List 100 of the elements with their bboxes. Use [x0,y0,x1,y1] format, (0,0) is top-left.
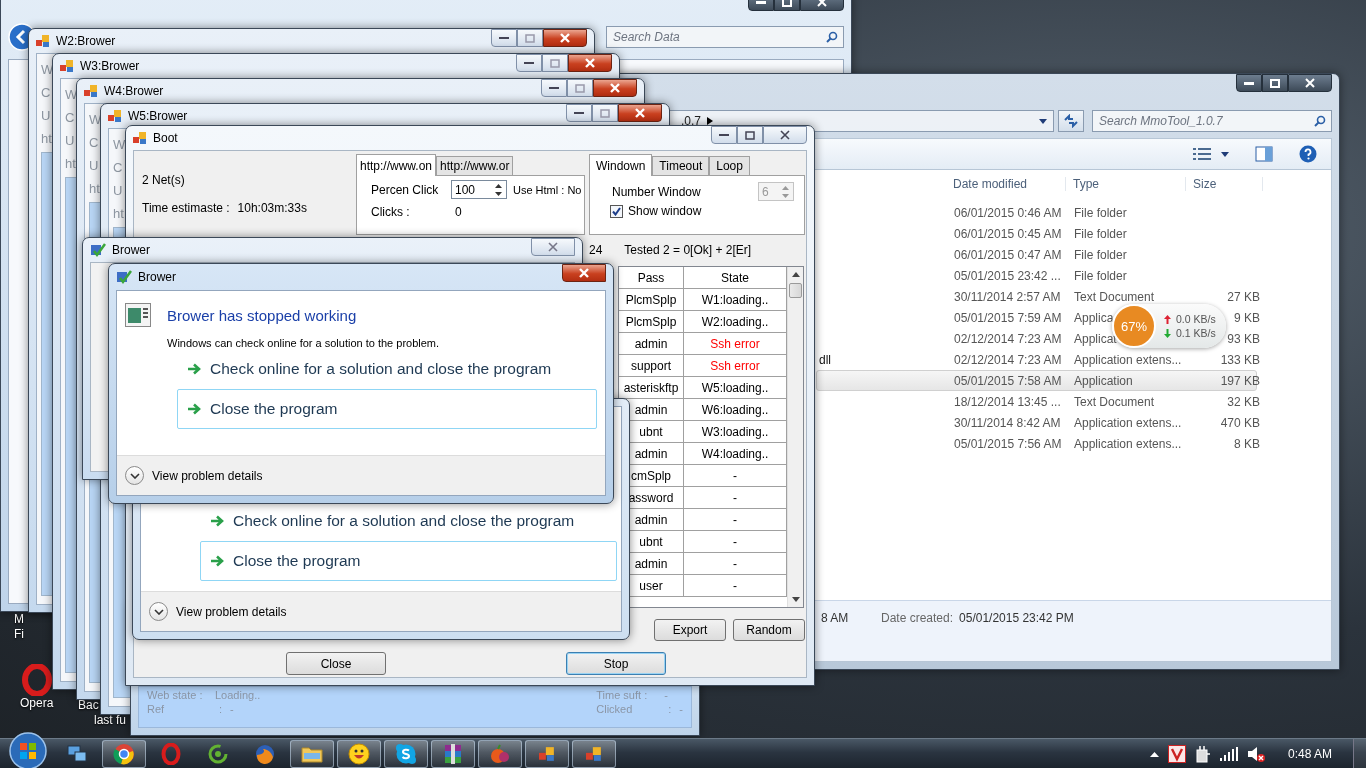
file-size: 8 KB [1234,436,1260,451]
minimize-button[interactable] [566,104,592,122]
details-link[interactable]: View problem details [152,468,263,483]
action-button[interactable]: Export [654,619,726,641]
power-plug-icon[interactable] [1194,745,1211,763]
minimize-button[interactable] [711,126,737,144]
date-modified[interactable]: 18/12/2014 13:45 ... [954,394,1061,409]
clock[interactable]: 0:48 AM [1287,747,1332,761]
speaker-muted-icon[interactable] [1246,745,1265,763]
dropdown-icon[interactable] [1039,118,1047,124]
minimize-button[interactable] [1236,74,1262,92]
close-button[interactable] [618,104,662,122]
scroll-up-icon[interactable] [791,272,800,277]
letter-o-icon[interactable] [21,664,52,696]
taskbar-button[interactable] [572,740,616,768]
signal-bars-icon[interactable] [1219,747,1238,761]
date-modified[interactable]: 02/12/2014 7:23 AM [954,352,1062,367]
dialog-option[interactable]: Close the program [177,389,597,429]
dialog-option[interactable]: Close the program [200,541,617,581]
search-field[interactable]: Search Data [606,26,844,48]
view-list-icon[interactable] [1193,148,1211,160]
label-text: ht [113,206,124,221]
date-modified[interactable]: 02/12/2014 7:23 AM [954,331,1062,346]
date-modified[interactable]: 05/01/2015 7:59 AM [954,310,1062,325]
label-text: C [89,135,99,150]
minimize-button[interactable] [491,29,517,47]
desktop-icon-label[interactable]: Opera [20,696,54,711]
column-header[interactable]: Date modified [946,177,1066,191]
letter-o-icon [161,743,181,765]
search-field[interactable]: Search MmoTool_1.0.7 [1092,110,1332,132]
action-button[interactable]: Random [733,619,805,641]
column-header[interactable]: Size [1186,177,1263,191]
taskbar-button[interactable] [431,740,475,768]
close-icon [610,83,620,93]
desktop-icon-label[interactable]: M [14,612,24,627]
show-hidden-icons-icon[interactable] [1149,751,1159,757]
action-button[interactable]: Stop [566,652,666,675]
show-desktop-button[interactable] [1353,739,1366,768]
breadcrumb-arrow-icon[interactable] [707,117,713,125]
swirl-icon [207,743,229,765]
start-button[interactable] [9,732,47,768]
maximize-button[interactable] [1262,74,1288,92]
maximize-icon [550,58,560,68]
refresh-icon [1063,114,1079,128]
taskbar-button[interactable] [102,740,146,768]
scrollbar[interactable] [787,267,803,607]
column-header[interactable]: Type [1066,177,1186,191]
close-button[interactable] [568,54,612,72]
desktop-icon-label[interactable]: last fu [94,713,126,728]
file-size: 133 KB [1220,352,1260,367]
letter-v-icon[interactable] [1167,745,1186,763]
taskbar-button[interactable] [525,740,569,768]
percent-click-field[interactable]: 100 [451,180,507,199]
window-title: W2:Brower [56,34,116,48]
clicks-value: 0 [454,205,462,219]
label-text: U [89,158,99,173]
close-icon [1305,78,1315,88]
label-text: W [113,137,126,152]
scroll-down-icon[interactable] [791,597,800,602]
taskbar-button[interactable] [478,740,522,768]
date-modified[interactable]: 30/11/2014 8:42 AM [954,415,1061,430]
dropdown-icon[interactable] [1221,151,1229,157]
date-modified[interactable]: 05/01/2015 7:56 AM [954,436,1062,451]
smiley-icon [348,743,370,765]
settings-tab[interactable]: Loop [709,156,750,175]
close-button[interactable] [593,79,637,97]
minimize-button[interactable] [541,79,567,97]
close-button[interactable] [1288,74,1332,92]
settings-tab[interactable]: Windown [589,154,653,176]
desktop-icon-label[interactable]: Bac [78,698,99,713]
taskbar-button[interactable] [384,740,428,768]
url-tab[interactable]: http://www.or [436,156,514,175]
scroll-thumb[interactable] [789,283,802,298]
date-modified[interactable]: 30/11/2014 2:57 AM [954,289,1061,304]
settings-tab[interactable]: Timeout [652,156,710,175]
dialog-option[interactable]: Check online for a solution and close the program [200,501,617,541]
dialog-option[interactable]: Check online for a solution and close the program [177,349,597,389]
minimize-icon [574,111,584,115]
field-label: Number Window [612,184,702,199]
date-modified[interactable]: 06/01/2015 0:45 AM [954,226,1062,241]
url-tab[interactable]: http://www.on [356,154,437,176]
date-modified[interactable]: 05/01/2015 23:42 ... [954,268,1061,283]
expand-button[interactable] [149,602,168,621]
preview-pane-icon[interactable] [1255,146,1273,162]
expand-button[interactable] [125,466,144,485]
taskbar-button[interactable] [290,740,334,768]
minimize-button[interactable] [516,54,542,72]
taskbar-button[interactable] [337,740,381,768]
window-title: W3:Brower [80,59,140,73]
details-link[interactable]: View problem details [176,604,287,619]
close-button[interactable] [562,264,606,282]
date-modified[interactable]: 06/01/2015 0:47 AM [954,247,1062,262]
help-icon[interactable] [1299,145,1317,163]
date-modified[interactable]: 06/01/2015 0:46 AM [954,205,1062,220]
action-button[interactable]: Close [286,652,386,675]
date-modified[interactable]: 05/01/2015 7:58 AM [954,373,1062,388]
close-button[interactable] [543,29,587,47]
refresh-button[interactable] [1058,110,1084,132]
show-window-checkbox[interactable] [610,204,623,218]
desktop-icon-label[interactable]: Fi [14,627,24,642]
